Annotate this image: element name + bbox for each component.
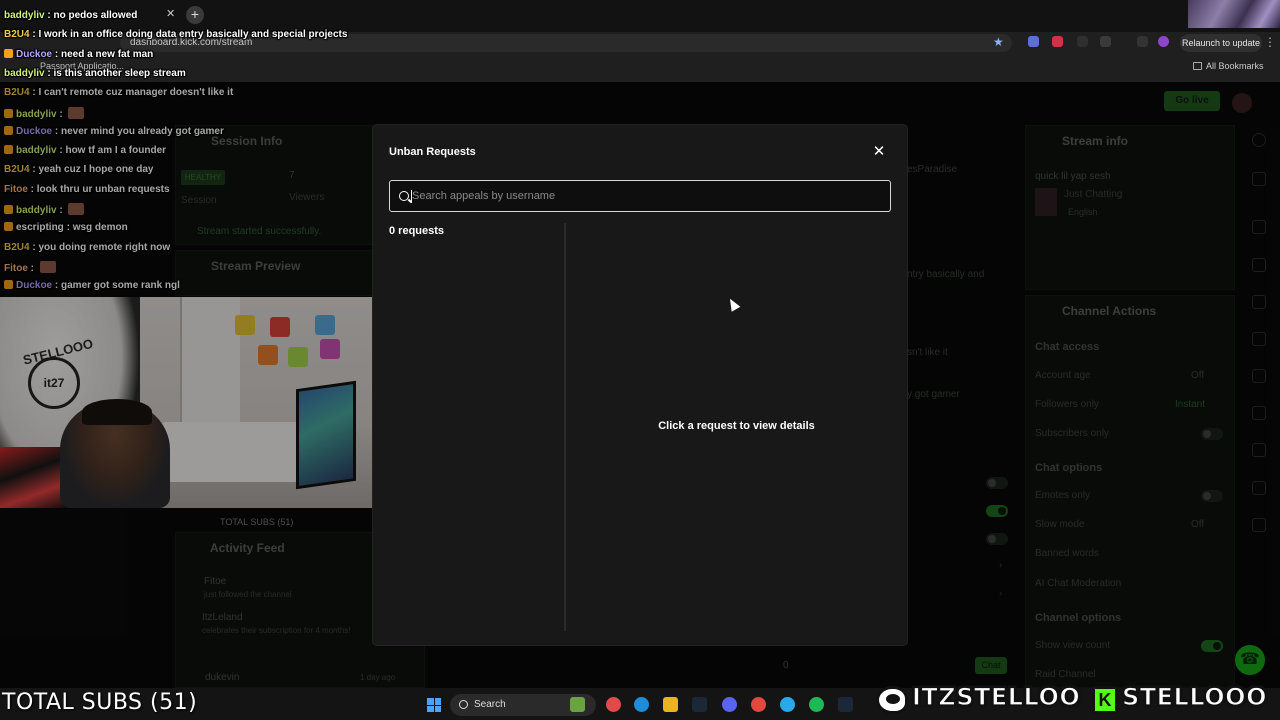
kick-icon: K <box>1092 686 1118 714</box>
search-appeals-input[interactable] <box>412 186 882 206</box>
extension-badge-icon[interactable] <box>1077 36 1088 47</box>
bookmarks-bar <box>0 58 1280 78</box>
requests-count: 0 requests <box>389 225 445 237</box>
twitter-handle: ITZSTELLOO <box>911 682 1081 711</box>
folder-icon <box>1193 62 1202 70</box>
total-subs-overlay: TOTAL SUBS (51) <box>2 690 198 715</box>
chat-separator: : <box>52 48 62 60</box>
close-icon[interactable]: ✕ <box>871 144 887 160</box>
chat-text: is this another sleep stream <box>53 67 186 79</box>
subscriber-badge-icon <box>4 48 13 58</box>
chat-message: baddyliv : no pedos allowed <box>4 10 137 21</box>
all-bookmarks-button[interactable]: All Bookmarks <box>1206 61 1264 71</box>
chat-text: no pedos allowed <box>53 10 138 21</box>
chat-username: Duckoe <box>16 48 53 60</box>
new-tab-button[interactable]: + <box>186 6 204 24</box>
steam-icon[interactable] <box>692 697 707 712</box>
modal-title: Unban Requests <box>389 146 476 158</box>
chat-message: Duckoe : need a new fat man <box>4 48 154 60</box>
chat-username: B2U4 <box>4 29 30 41</box>
search-icon <box>399 191 409 201</box>
steam-icon[interactable] <box>838 697 853 712</box>
bookmark-star-icon[interactable]: ★ <box>993 35 1004 49</box>
widget-icon[interactable] <box>570 697 585 712</box>
chat-text: I work in an office doing data entry bas… <box>38 29 348 41</box>
taskbar-search-label[interactable]: Search <box>474 699 506 710</box>
chat-message: B2U4 : I work in an office doing data en… <box>4 29 347 40</box>
empty-detail-message: Click a request to view details <box>658 420 815 432</box>
chat-text: need a new fat man <box>61 48 154 60</box>
tab-close-icon[interactable]: ✕ <box>166 7 175 20</box>
spotify-icon[interactable] <box>809 697 824 712</box>
kick-handle: STELLOOO <box>1121 682 1267 711</box>
windows-start-icon[interactable] <box>427 698 441 712</box>
menu-kebab-icon[interactable]: ⋮ <box>1264 35 1276 49</box>
extension-shield-icon[interactable] <box>1052 36 1063 47</box>
app-icon[interactable] <box>606 697 621 712</box>
extension-icon[interactable] <box>1028 36 1039 47</box>
edge-icon[interactable] <box>634 697 649 712</box>
unban-requests-modal: Unban Requests ✕ 0 requests Click a requ… <box>373 125 907 645</box>
discord-icon[interactable] <box>722 697 737 712</box>
chrome-icon[interactable] <box>751 697 766 712</box>
chat-username: baddyliv <box>4 10 45 21</box>
search-icon <box>459 700 468 709</box>
relaunch-button[interactable]: Relaunch to update <box>1180 34 1262 52</box>
profile-banner <box>1188 0 1280 28</box>
chat-username: baddyliv <box>4 67 45 79</box>
browser-chrome: ✕ + dashboard.kick.com/stream ★ Relaunch… <box>0 0 1280 82</box>
profile-avatar-icon[interactable] <box>1158 36 1169 47</box>
chat-message: baddyliv : is this another sleep stream <box>4 68 186 79</box>
search-box[interactable] <box>389 180 891 212</box>
extensions-puzzle-icon[interactable] <box>1100 36 1111 47</box>
twitter-icon <box>876 686 908 714</box>
telegram-icon[interactable] <box>780 697 795 712</box>
side-panel-icon[interactable] <box>1137 36 1148 47</box>
file-explorer-icon[interactable] <box>663 697 678 712</box>
